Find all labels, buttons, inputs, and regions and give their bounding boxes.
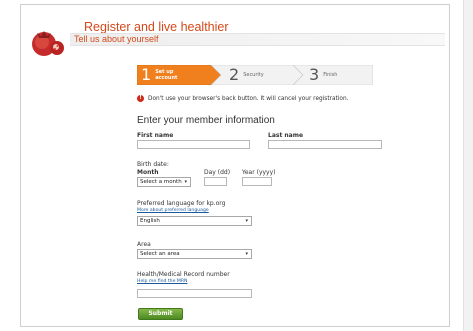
area-label: Area — [137, 241, 151, 248]
day-input[interactable] — [204, 177, 227, 186]
first-name-label: First name — [137, 132, 174, 139]
step-finish: 3 Finish — [305, 65, 375, 85]
mrn-label: Health/Medical Record number — [137, 271, 230, 278]
step-security: 2 Security — [225, 65, 297, 85]
last-name-input[interactable] — [268, 140, 382, 149]
step-label: Set up account — [155, 69, 178, 81]
registration-card: Register and live healthier Tell us abou… — [20, 4, 450, 327]
day-label: Day (dd) — [204, 169, 231, 176]
year-input[interactable] — [242, 177, 272, 186]
chevron-down-icon: ▾ — [245, 218, 248, 224]
pomegranate-logo-icon — [32, 31, 64, 56]
area-select[interactable]: Select an area ▾ — [137, 249, 252, 259]
preferred-language-link[interactable]: More about preferred language — [137, 208, 209, 214]
page-title: Register and live healthier — [84, 20, 229, 34]
step-number: 1 — [141, 65, 152, 84]
last-name-label: Last name — [268, 132, 304, 139]
mrn-input[interactable] — [137, 289, 252, 298]
warning-icon: ! — [137, 95, 144, 102]
step-set-up-account: 1 Set up account — [137, 65, 213, 85]
chevron-down-icon: ▾ — [184, 179, 187, 185]
step-number: 3 — [309, 65, 320, 84]
scrollbar[interactable] — [463, 0, 473, 331]
language-label: Preferred language for kp.org — [137, 200, 226, 207]
step-number: 2 — [229, 65, 240, 84]
month-label: Month — [137, 169, 159, 176]
back-button-warning: ! Don't use your browser's back button. … — [137, 95, 348, 102]
page-subtitle: Tell us about yourself — [70, 33, 445, 46]
section-title: Enter your member information — [137, 115, 275, 126]
step-label: Security — [243, 72, 264, 78]
step-label: Finish — [323, 72, 338, 78]
language-select[interactable]: English ▾ — [137, 216, 252, 226]
warning-text: Don't use your browser's back button. It… — [148, 95, 349, 102]
find-mrn-link[interactable]: Help me find the MRN — [137, 279, 187, 285]
chevron-down-icon: ▾ — [245, 251, 248, 257]
birth-date-label: Birth date: — [137, 161, 169, 168]
submit-button[interactable]: Submit — [138, 308, 183, 320]
month-select[interactable]: Select a month ▾ — [137, 177, 191, 187]
first-name-input[interactable] — [137, 140, 250, 149]
page-header: Register and live healthier Tell us abou… — [21, 5, 449, 56]
year-label: Year (yyyy) — [242, 169, 276, 176]
